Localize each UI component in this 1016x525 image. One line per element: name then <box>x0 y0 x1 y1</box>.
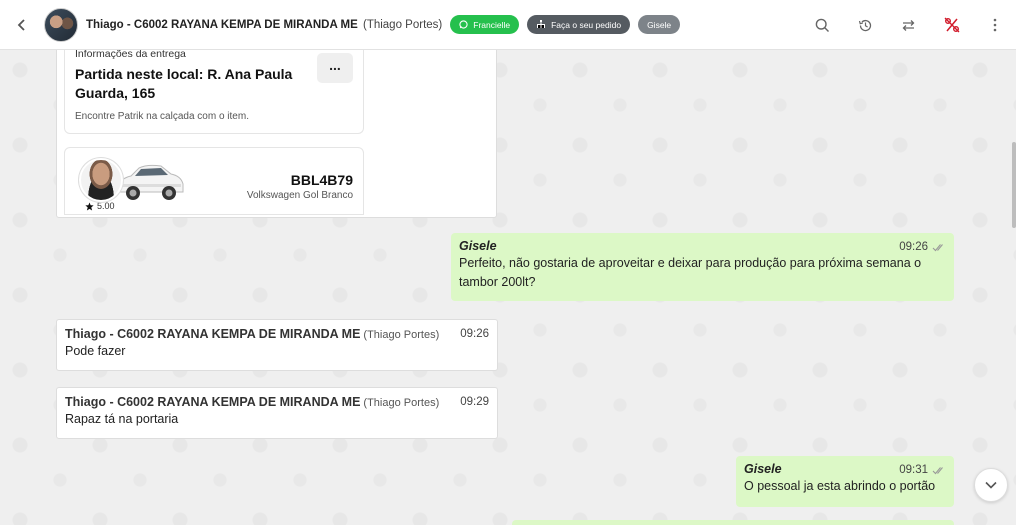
header-actions <box>801 0 1016 50</box>
message-header: Thiago - C6002 RAYANA KEMPA DE MIRANDA M… <box>65 327 489 341</box>
double-check-icon <box>932 466 943 474</box>
scrollbar-thumb[interactable] <box>1012 142 1016 228</box>
chevron-down-icon <box>985 481 997 489</box>
driver-box: 5.00 BBL4B79 Volkswagen Gol Branco <box>64 147 364 215</box>
message-sender: Gisele <box>459 239 497 253</box>
more-vertical-icon[interactable] <box>973 0 1016 50</box>
more-options-button[interactable]: ... <box>317 53 353 83</box>
next-bubble-edge <box>512 520 954 525</box>
message-text: O pessoal ja esta abrindo o portão <box>744 479 936 493</box>
sender-subname: (Thiago Portes) <box>363 397 440 409</box>
contact-title[interactable]: Thiago - C6002 RAYANA KEMPA DE MIRANDA M… <box>86 19 442 31</box>
message-time: 09:26 <box>899 241 928 253</box>
message-text: Pode fazer <box>65 344 126 358</box>
message-time: 09:26 <box>460 328 489 340</box>
driver-rating: 5.00 <box>85 201 115 211</box>
rating-value: 5.00 <box>97 201 115 211</box>
vehicle-model: Volkswagen Gol Branco <box>246 190 353 201</box>
hierarchy-icon <box>537 20 546 28</box>
contact-avatar[interactable] <box>44 7 78 42</box>
percent-icon[interactable] <box>930 0 973 50</box>
contact-subname: (Thiago Portes) <box>362 18 443 31</box>
flow-chip-order[interactable]: Faça o seu pedido <box>527 15 631 34</box>
scroll-to-bottom-button[interactable] <box>974 468 1008 502</box>
delivery-note: Encontre Patrik na calçada com o item. <box>75 111 249 122</box>
delivery-address: Partida neste local: R. Ana Paula Guarda… <box>75 66 293 101</box>
delivery-section-label: Informações da entrega <box>75 50 186 60</box>
double-check-icon <box>932 243 943 251</box>
message-time: 09:31 <box>899 464 928 476</box>
car-image <box>118 164 184 200</box>
message-time: 09:29 <box>460 396 489 408</box>
transfer-icon[interactable] <box>887 0 930 50</box>
chat-area[interactable]: Informações da entrega Partida neste loc… <box>0 50 1016 525</box>
chip-label: Francielle <box>473 19 511 30</box>
whatsapp-icon <box>459 20 468 29</box>
message-meta: 09:31 <box>899 464 946 476</box>
sender-name: Thiago - C6002 RAYANA KEMPA DE MIRANDA M… <box>65 327 361 341</box>
incoming-message[interactable]: Thiago - C6002 RAYANA KEMPA DE MIRANDA M… <box>56 387 498 439</box>
search-icon[interactable] <box>801 0 844 50</box>
agent-chip-gisele[interactable]: Gisele <box>638 15 681 34</box>
message-text: Rapaz tá na portaria <box>65 412 179 426</box>
agent-chip-francielle[interactable]: Francielle <box>450 15 520 34</box>
delivery-image-message[interactable]: Informações da entrega Partida neste loc… <box>56 50 497 218</box>
message-sender: Thiago - C6002 RAYANA KEMPA DE MIRANDA M… <box>65 327 439 341</box>
outgoing-message[interactable]: Gisele 09:26 Perfeito, não gostaria de a… <box>451 233 954 301</box>
chat-header: Thiago - C6002 RAYANA KEMPA DE MIRANDA M… <box>0 0 1016 50</box>
message-meta: 09:26 <box>899 241 946 253</box>
more-horizontal-icon: ... <box>329 57 341 73</box>
contact-name: Thiago - C6002 RAYANA KEMPA DE MIRANDA M… <box>86 18 358 31</box>
star-icon <box>85 201 94 210</box>
back-arrow-icon[interactable] <box>0 0 44 50</box>
message-header: Thiago - C6002 RAYANA KEMPA DE MIRANDA M… <box>65 395 489 409</box>
chip-label: Faça o seu pedido <box>551 19 622 30</box>
vehicle-plate: BBL4B79 <box>290 172 353 188</box>
driver-photo <box>79 158 123 202</box>
message-sender: Thiago - C6002 RAYANA KEMPA DE MIRANDA M… <box>65 395 439 409</box>
sender-name: Thiago - C6002 RAYANA KEMPA DE MIRANDA M… <box>65 395 361 409</box>
chip-label: Gisele <box>647 19 672 30</box>
outgoing-message[interactable]: Gisele 09:31 O pessoal ja esta abrindo o… <box>736 456 954 507</box>
history-icon[interactable] <box>844 0 887 50</box>
sender-subname: (Thiago Portes) <box>363 329 440 341</box>
incoming-message[interactable]: Thiago - C6002 RAYANA KEMPA DE MIRANDA M… <box>56 319 498 371</box>
message-text: Perfeito, não gostaria de aproveitar e d… <box>459 256 922 289</box>
